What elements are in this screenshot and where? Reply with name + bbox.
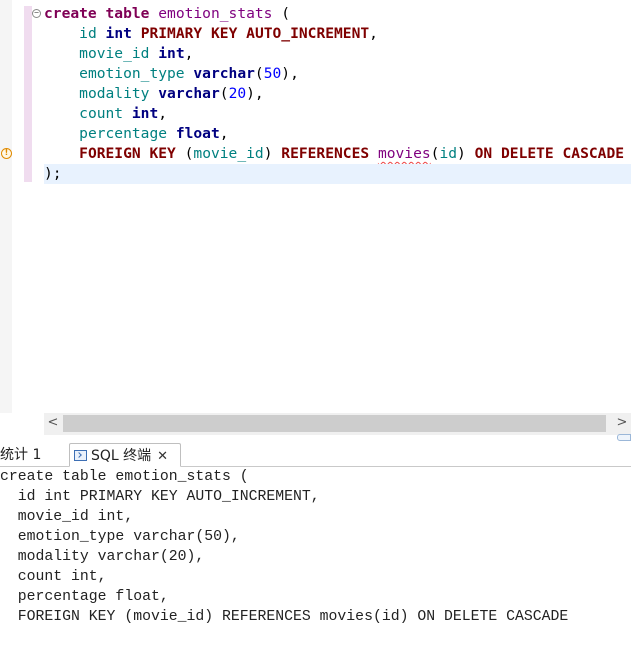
code-token: percentage	[79, 125, 168, 142]
code-line[interactable]: create table emotion_stats (	[44, 4, 290, 24]
code-token: count	[79, 105, 124, 122]
terminal-line: create table emotion_stats (	[0, 469, 249, 485]
terminal-line: emotion_type varchar(50),	[0, 529, 240, 545]
code-token: (	[272, 5, 291, 22]
code-token: FOREIGN	[79, 145, 141, 162]
code-line[interactable]: modality varchar(20),	[44, 84, 264, 104]
code-token: int	[105, 25, 132, 42]
code-token: (	[254, 65, 264, 82]
scroll-right-arrow-icon[interactable]: >	[613, 413, 631, 435]
scroll-left-arrow-icon[interactable]: <	[44, 413, 62, 435]
scrollbar-thumb[interactable]	[63, 415, 606, 432]
results-tab-bar: 统计 1 SQL 终端 ✕	[0, 441, 631, 467]
code-token: float	[175, 125, 220, 142]
code-token: )	[457, 145, 475, 162]
code-token: ),	[246, 85, 264, 102]
code-token: (	[175, 145, 194, 162]
code-token: varchar	[158, 85, 220, 102]
code-token: ON	[474, 145, 493, 162]
code-token: movie_id	[193, 145, 264, 162]
code-token: id	[79, 25, 97, 42]
code-token: varchar	[193, 65, 255, 82]
sql-terminal-output[interactable]: create table emotion_stats ( id int PRIM…	[0, 467, 631, 647]
terminal-line: movie_id int,	[0, 509, 134, 525]
code-line[interactable]: percentage float,	[44, 124, 229, 144]
terminal-icon	[74, 450, 87, 461]
tab-sql-terminal[interactable]: SQL 终端 ✕	[69, 443, 181, 467]
tab-statistics[interactable]: 统计 1	[0, 443, 60, 467]
code-token: ,	[219, 125, 229, 142]
code-token: );	[44, 165, 62, 182]
code-token: create	[44, 5, 97, 22]
code-token: AUTO_INCREMENT	[246, 25, 370, 42]
panel-minimize-handle[interactable]	[617, 434, 631, 441]
code-token: emotion_stats	[158, 5, 273, 22]
code-token: 50	[263, 65, 282, 82]
code-token: movies	[377, 145, 431, 162]
warning-icon[interactable]: !	[1, 148, 12, 159]
code-token: REFERENCES	[281, 145, 370, 162]
code-token: )	[263, 145, 282, 162]
code-token: PRIMARY	[140, 25, 203, 42]
code-line[interactable]: movie_id int,	[44, 44, 193, 64]
code-line[interactable]: emotion_type varchar(50),	[44, 64, 299, 84]
tab-sql-terminal-label: SQL 终端	[91, 448, 152, 464]
code-token: ,	[369, 25, 378, 42]
terminal-line: FOREIGN KEY (movie_id) REFERENCES movies…	[0, 609, 569, 625]
code-token: movie_id	[79, 45, 150, 62]
close-icon[interactable]: ✕	[157, 445, 168, 469]
code-token: 20	[228, 85, 247, 102]
code-token: DELETE	[501, 145, 554, 162]
sql-editor[interactable]: − ! create table emotion_stats ( id int …	[0, 0, 631, 413]
code-line[interactable]: );	[44, 164, 631, 184]
code-line[interactable]: count int,	[44, 104, 167, 124]
code-token: int	[131, 105, 159, 122]
code-token: table	[105, 5, 150, 22]
code-token: KEY	[149, 145, 176, 162]
code-token: modality	[79, 85, 150, 102]
terminal-line: id int PRIMARY KEY AUTO_INCREMENT,	[0, 489, 320, 505]
code-token: id	[439, 145, 458, 162]
terminal-line: count int,	[0, 569, 107, 585]
code-line[interactable]: id int PRIMARY KEY AUTO_INCREMENT,	[44, 24, 378, 44]
code-token: CASCADE	[562, 145, 625, 162]
terminal-line: percentage float,	[0, 589, 169, 605]
code-token: ,	[158, 105, 168, 122]
statement-range-indicator	[24, 6, 32, 182]
code-line[interactable]: FOREIGN KEY (movie_id) REFERENCES movies…	[44, 144, 624, 164]
tab-statistics-label: 统计 1	[0, 447, 42, 463]
annotation-ruler	[0, 0, 12, 413]
code-token: KEY	[211, 25, 238, 42]
code-token: emotion_type	[79, 65, 185, 82]
horizontal-scrollbar[interactable]: < >	[44, 413, 631, 435]
terminal-line: modality varchar(20),	[0, 549, 205, 565]
fold-collapse-icon[interactable]: −	[32, 9, 41, 18]
code-token: ,	[184, 45, 194, 62]
code-token: ),	[281, 65, 299, 82]
code-token: (	[219, 85, 229, 102]
code-token: int	[158, 45, 185, 62]
